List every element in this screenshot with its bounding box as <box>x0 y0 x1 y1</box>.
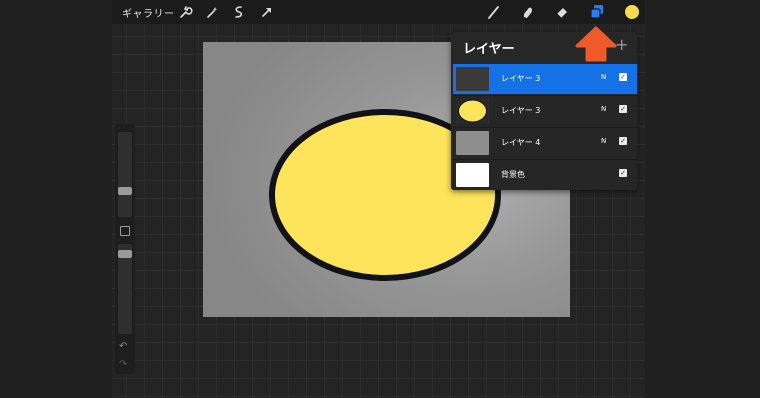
blend-mode-button[interactable]: N <box>601 105 606 113</box>
redo-icon[interactable]: ↷ <box>119 359 127 370</box>
brush-icon[interactable] <box>485 3 503 21</box>
visibility-checkbox[interactable]: ✓ <box>619 137 627 145</box>
layers-icon[interactable] <box>588 3 606 21</box>
gallery-button[interactable]: ギャラリー <box>122 5 175 20</box>
layer-thumbnail <box>456 99 489 123</box>
layer-name: 背景色 <box>501 170 525 179</box>
layer-thumbnail <box>456 131 489 155</box>
magic-wand-icon[interactable] <box>203 3 221 21</box>
layer-row[interactable]: レイヤー 3 N ✓ <box>453 64 637 94</box>
modify-button[interactable] <box>120 226 130 236</box>
visibility-checkbox[interactable]: ✓ <box>619 105 627 113</box>
opacity-thumb[interactable] <box>118 250 132 258</box>
layer-name: レイヤー 4 <box>501 138 541 147</box>
wrench-icon[interactable] <box>176 3 194 21</box>
visibility-checkbox[interactable]: ✓ <box>619 73 627 81</box>
eraser-icon[interactable] <box>553 3 571 21</box>
opacity-slider[interactable] <box>118 244 132 334</box>
visibility-checkbox[interactable]: ✓ <box>619 169 627 177</box>
left-sidebar: ↶ ↷ <box>115 124 135 374</box>
brush-size-thumb[interactable] <box>118 187 132 195</box>
layer-thumbnail <box>456 67 489 91</box>
blend-mode-button[interactable]: N <box>601 137 606 145</box>
workspace-margin-left <box>0 0 112 398</box>
selection-icon[interactable] <box>230 3 248 21</box>
layer-row[interactable]: 背景色 ✓ <box>453 160 637 190</box>
undo-icon[interactable]: ↶ <box>119 341 127 352</box>
brush-size-slider[interactable] <box>118 132 132 217</box>
workspace-margin-right <box>645 0 760 398</box>
layer-row[interactable]: レイヤー 3 N ✓ <box>453 96 637 126</box>
color-swatch-icon[interactable] <box>623 3 641 21</box>
panel-title: レイヤー <box>463 42 515 57</box>
smudge-icon[interactable] <box>519 3 537 21</box>
layer-row[interactable]: レイヤー 4 N ✓ <box>453 128 637 158</box>
annotation-up-arrow-icon <box>575 26 617 62</box>
top-toolbar: ギャラリー <box>112 0 645 24</box>
layer-name: レイヤー 3 <box>501 74 541 83</box>
layer-name: レイヤー 3 <box>501 106 541 115</box>
layer-thumbnail <box>456 163 489 187</box>
blend-mode-button[interactable]: N <box>601 73 606 81</box>
transform-arrow-icon[interactable] <box>258 3 276 21</box>
